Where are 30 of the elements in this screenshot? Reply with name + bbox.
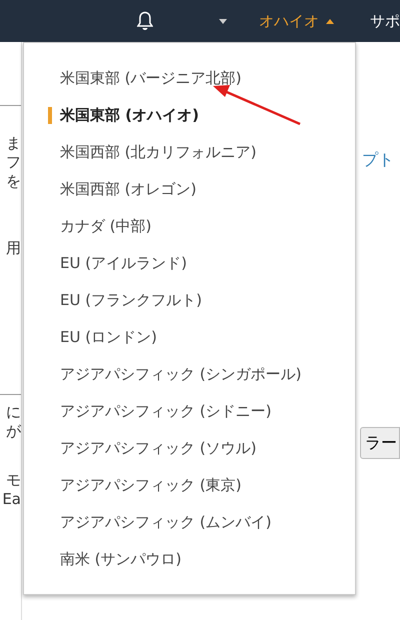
region-option[interactable]: EU (フランクフルト) (24, 282, 355, 319)
text-fragment: ま (5, 134, 21, 153)
region-option[interactable]: 米国東部 (バージニア北部) (24, 60, 355, 97)
region-option[interactable]: 米国西部 (オレゴン) (24, 171, 355, 208)
region-option[interactable]: EU (アイルランド) (24, 245, 355, 282)
region-option[interactable]: アジアパシフィック (シドニー) (24, 393, 355, 430)
text-fragment: 用 (5, 239, 21, 258)
text-fragment: モ (5, 471, 21, 490)
selected-indicator (48, 107, 52, 124)
partial-button[interactable]: ラー (360, 427, 400, 459)
support-menu[interactable]: サポ (370, 10, 400, 32)
region-option[interactable]: アジアパシフィック (ムンバイ) (24, 504, 355, 541)
link-fragment[interactable]: プト (362, 148, 400, 172)
region-option[interactable]: カナダ (中部) (24, 208, 355, 245)
region-option[interactable]: 米国西部 (北カリフォルニア) (24, 134, 355, 171)
text-fragment: フ (5, 153, 21, 172)
region-option[interactable]: アジアパシフィック (東京) (24, 467, 355, 504)
notifications-bell-icon[interactable] (137, 11, 153, 31)
text-fragment: が (5, 422, 21, 441)
text-fragment: に (5, 403, 21, 422)
text-fragment: Ea (1, 490, 21, 509)
region-option[interactable]: アジアパシフィック (シンガポール) (24, 356, 355, 393)
dropdown-caret-icon[interactable] (219, 18, 227, 24)
region-option[interactable]: 米国東部 (オハイオ) (24, 97, 355, 134)
caret-icon (326, 18, 334, 24)
region-option[interactable]: 南米 (サンパウロ) (24, 541, 355, 578)
region-option[interactable]: EU (ロンドン) (24, 319, 355, 356)
region-menu[interactable]: オハイオ (259, 10, 334, 32)
region-option[interactable]: アジアパシフィック (ソウル) (24, 430, 355, 467)
text-fragment: を (5, 172, 21, 191)
